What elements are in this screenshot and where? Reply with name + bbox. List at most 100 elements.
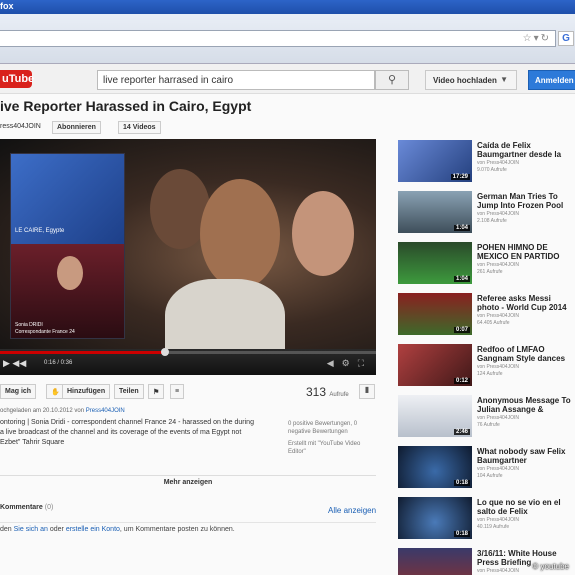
video-description: ontoring | Sonia Dridi - correspondent c… [0,419,254,446]
related-video-channel[interactable]: von Press404JOIN [477,466,575,473]
related-video-channel[interactable]: von Press404JOIN [477,262,575,269]
person-face-right [292,191,354,276]
video-title: ive Reporter Harassed in Cairo, Egypt [0,98,252,114]
show-more-button[interactable]: Mehr anzeigen [0,475,376,489]
reload-icon[interactable]: ↻ [541,33,551,44]
add-button[interactable]: Hinzufügen [62,384,111,399]
address-bar-icons: ☆▾↻ [523,33,551,44]
related-video-item[interactable]: 0:18 Lo que no se vio en el salto de Fel… [398,497,575,543]
play-pause-icon[interactable]: ▶ ◀◀ [3,358,26,369]
add-label: Hinzufügen [67,388,106,395]
related-video-title[interactable]: Caída de Felix Baumgartner desde la [477,141,575,159]
comments-count: (0) [44,504,54,511]
settings-icon[interactable]: ⚙ [342,358,358,368]
related-video-channel[interactable]: von Press404JOIN [477,211,575,218]
upload-button[interactable]: Video hochladen ▼ [425,70,517,90]
inset-reporter-name: Sonia DRIDI [15,322,43,328]
video-thumbnail[interactable]: 1:04 [398,242,472,284]
related-video-title[interactable]: German Man Tries To Jump Into Frozen Poo… [477,192,575,210]
comment-prompt-end: , um Kommentare posten zu können. [119,526,235,533]
progress-knob[interactable] [161,348,170,356]
related-video-views: 64.405 Aufrufe [477,320,510,326]
signin-link[interactable]: Sie sich an [14,526,48,533]
star-icon[interactable]: ☆ [523,33,534,44]
dropdown-icon[interactable]: ▾ [534,33,541,44]
video-thumbnail[interactable]: 0:18 [398,497,472,539]
duration-badge: 0:12 [453,378,470,384]
uploader-link[interactable]: Press404JOIN [86,408,125,414]
search-icon: ⚲ [387,74,397,86]
related-video-title[interactable]: Anonymous Message To Julian Assange & [477,396,575,414]
comment-prompt-start: den [0,526,12,533]
related-video-item[interactable]: 1:04 POHEN HIMNO DE MEXICO EN PARTIDO vo… [398,242,575,288]
player-right-controls: ◀⚙⛶ [327,358,372,369]
related-video-title[interactable]: Referee asks Messi photo - World Cup 201… [477,294,575,312]
youtube-page: uTube ⚲ Video hochladen ▼ Anmelden ive R… [0,64,575,575]
inset-reporter-label: Sonia DRIDI Correspondante France 24 [15,322,75,336]
duration-badge: 0:18 [453,480,470,486]
duration-badge: 0:18 [453,531,470,537]
duration-badge: 1:04 [453,276,470,282]
related-video-channel[interactable]: von Press404JOIN [477,313,575,320]
share-button[interactable]: Teilen [114,384,144,399]
related-video-channel[interactable]: von Press404JOIN [477,364,575,371]
person-face-center [200,179,280,289]
video-player[interactable]: LE CAIRE, Egypte Sonia DRIDI Correspondan… [0,139,376,375]
related-video-title[interactable]: What nobody saw Felix Baumgartner [477,447,575,465]
related-video-channel[interactable]: von Press404JOIN [477,160,575,167]
create-account-link[interactable]: erstelle ein Konto [66,526,120,533]
like-button[interactable]: Mag ich [0,384,37,399]
rating-summary: 0 positive Bewertungen, 0 negative Bewer… [288,421,358,435]
video-thumbnail[interactable]: 1:04 [398,191,472,233]
stats-icon: ▮ [364,385,370,394]
related-video-item[interactable]: 17:29 Caída de Felix Baumgartner desde l… [398,140,575,186]
related-video-title[interactable]: POHEN HIMNO DE MEXICO EN PARTIDO [477,243,575,261]
stats-button[interactable]: ▮ [359,384,375,399]
related-video-item[interactable]: 2:46 Anonymous Message To Julian Assange… [398,395,575,441]
related-video-item[interactable]: 0:12 Redfoo of LMFAO Gangnam Style dance… [398,344,575,390]
news-inset: LE CAIRE, Egypte Sonia DRIDI Correspondan… [10,153,125,339]
subscribe-button[interactable]: Abonnieren [52,121,101,134]
video-frame[interactable]: LE CAIRE, Egypte Sonia DRIDI Correspondan… [0,139,376,369]
flag-button[interactable]: ⚑ [148,384,165,399]
comments-title: Kommentare [0,504,43,511]
share-label: Teilen [119,388,139,395]
progress-bar[interactable] [0,348,376,356]
related-video-views: 76 Aufrufe [477,422,500,428]
related-video-item[interactable]: 1:04 German Man Tries To Jump Into Froze… [398,191,575,237]
video-thumbnail[interactable]: 0:18 [398,446,472,488]
transcript-button[interactable]: ≡ [170,384,185,399]
related-video-item[interactable]: 0:18 What nobody saw Felix Baumgartner v… [398,446,575,492]
channel-name[interactable]: ress404JOIN [0,123,41,130]
fullscreen-icon[interactable]: ⛶ [358,358,372,368]
video-thumbnail[interactable]: 0:12 [398,344,472,386]
youtube-logo[interactable]: uTube [0,70,34,88]
related-video-channel[interactable]: von Press404JOIN [477,517,575,524]
window-titlebar: fox [0,0,575,14]
like-label: Mag ich [5,388,32,395]
search-input[interactable] [97,70,375,90]
related-video-channel[interactable]: von Press404JOIN [477,415,575,422]
videos-dropdown[interactable]: 14 Videos [118,121,161,134]
related-video-views: 2.108 Aufrufe [477,218,507,224]
video-thumbnail[interactable]: 0:07 [398,293,472,335]
related-video-title[interactable]: Redfoo of LMFAO Gangnam Style dances [477,345,575,363]
search-button[interactable]: ⚲ [375,70,409,90]
volume-icon[interactable]: ◀ [327,358,342,368]
related-video-views: 40.119 Aufrufe [477,524,510,530]
transcript-icon: ≡ [175,388,180,395]
video-thumbnail[interactable] [398,548,472,575]
show-all-comments-link[interactable]: Alle anzeigen [328,506,376,515]
signin-button[interactable]: Anmelden [528,70,575,90]
related-video-title[interactable]: Lo que no se vio en el salto de Felix [477,498,575,516]
related-video-item[interactable]: 0:07 Referee asks Messi photo - World Cu… [398,293,575,339]
google-search-icon[interactable]: G [558,31,574,46]
video-thumbnail[interactable]: 2:46 [398,395,472,437]
upload-meta: ochgeladen am 20.10.2012 von Press404JOI… [0,408,125,414]
editor-note[interactable]: Erstellt mit "YouTube Video Editor" [288,440,376,456]
view-count-number: 313 [306,385,327,399]
progress-fill [0,351,166,354]
address-bar[interactable]: ☆▾↻ [0,30,556,47]
related-video-views: 9.070 Aufrufe [477,167,507,173]
video-thumbnail[interactable]: 17:29 [398,140,472,182]
